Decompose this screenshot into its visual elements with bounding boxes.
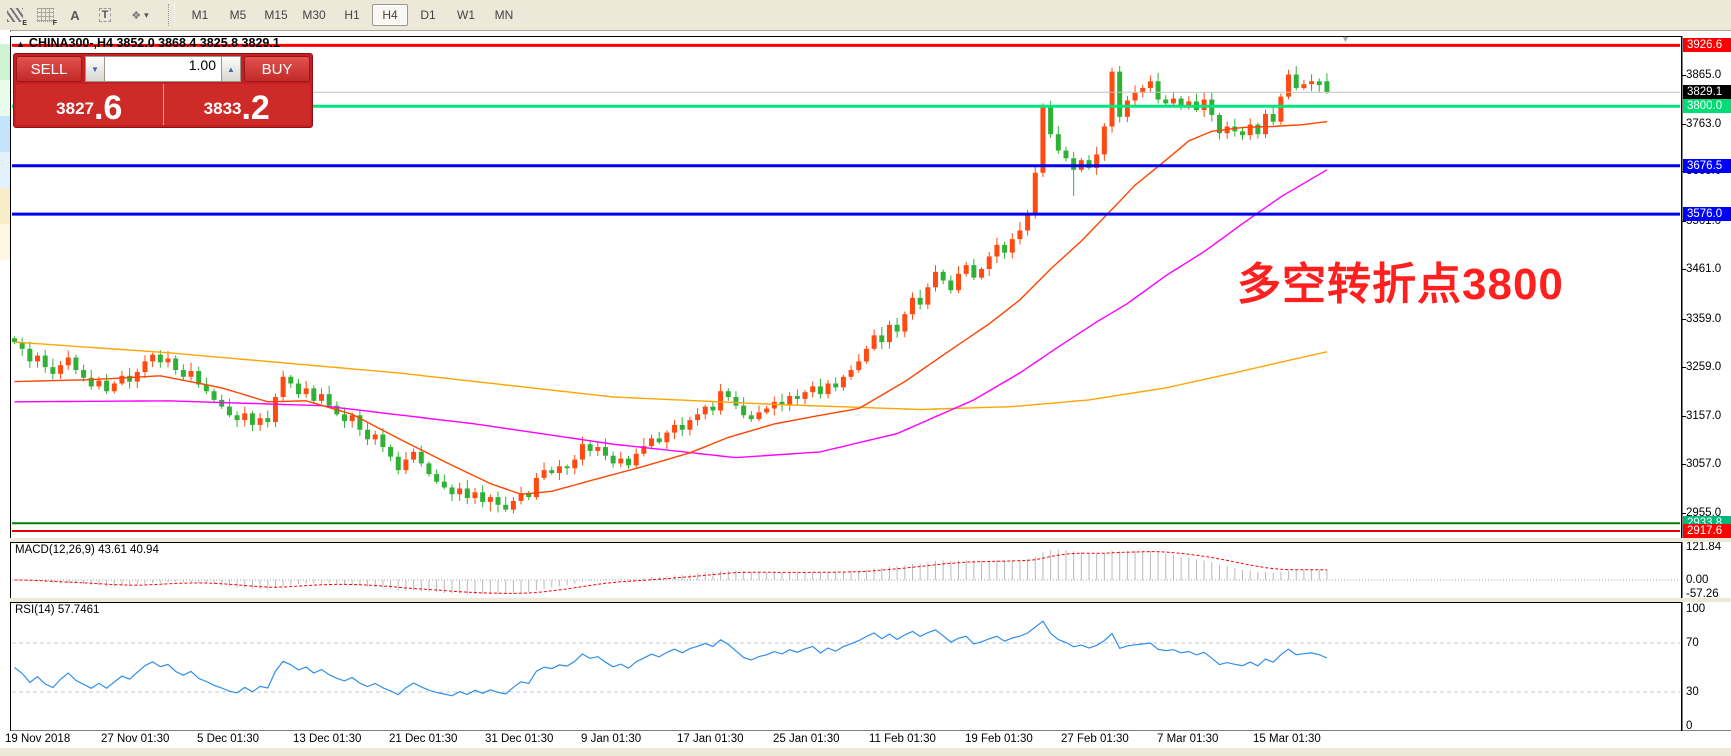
- macd-indicator-label: MACD(12,26,9) 43.61 40.94: [15, 544, 159, 556]
- price-badge-2917.6: 2917.6: [1683, 524, 1731, 538]
- x-axis-label: 25 Jan 01:30: [773, 733, 840, 745]
- x-axis-label: 7 Mar 01:30: [1157, 733, 1218, 745]
- y-axis-label: 3359.0: [1686, 313, 1721, 325]
- symbol-title: ▲CHINA300-,H4 3852.0 3868.4 3825.8 3829.…: [16, 36, 280, 50]
- pane-splitter[interactable]: [10, 538, 1731, 542]
- x-axis-label: 19 Nov 2018: [5, 733, 70, 745]
- price-badge-3829.1: 3829.1: [1683, 85, 1731, 99]
- x-axis-label: 17 Jan 01:30: [677, 733, 744, 745]
- buy-button[interactable]: BUY: [244, 56, 310, 82]
- x-axis-label: 27 Nov 01:30: [101, 733, 169, 745]
- x-axis-label: 9 Jan 01:30: [581, 733, 641, 745]
- rsi-axis-label: 100: [1686, 603, 1705, 615]
- rsi-indicator-label: RSI(14) 57.7461: [15, 604, 99, 616]
- sell-price-display[interactable]: 3827.6: [16, 84, 164, 125]
- pane-splitter[interactable]: [10, 598, 1731, 602]
- price-badge-3926.6: 3926.6: [1683, 38, 1731, 52]
- ma-slow-line: [15, 342, 1327, 409]
- y-axis-label: 3865.0: [1686, 69, 1721, 81]
- volume-input[interactable]: 1.00: [105, 56, 221, 82]
- macd-axis-label: 121.84: [1686, 541, 1721, 553]
- price-badge-3676.5: 3676.5: [1683, 159, 1731, 173]
- macd-signal-line: [15, 552, 1327, 594]
- one-click-trade-panel: SELL ▼ 1.00 ▲ BUY 3827.6 3833.2: [13, 53, 313, 128]
- chart-shift-marker-icon: ▼: [1341, 34, 1350, 44]
- price-badge-3800.0: 3800.0: [1683, 99, 1731, 113]
- price-badge-3576.0: 3576.0: [1683, 207, 1731, 221]
- y-axis-label: 3157.0: [1686, 410, 1721, 422]
- y-axis-label: 3057.0: [1686, 458, 1721, 470]
- trading-platform: E F A T ❖ ▾ M1M5M15M30H1H4D1W1MN ▲CHINA3…: [0, 0, 1731, 756]
- chart-window[interactable]: ▲CHINA300-,H4 3852.0 3868.4 3825.8 3829.…: [10, 32, 1731, 746]
- y-axis-label: 3763.0: [1686, 118, 1721, 130]
- x-axis-label: 19 Feb 01:30: [965, 733, 1033, 745]
- x-axis-label: 27 Feb 01:30: [1061, 733, 1129, 745]
- symbol-marker-icon: ▲: [16, 39, 25, 49]
- x-axis-label: 31 Dec 01:30: [485, 733, 553, 745]
- sell-button[interactable]: SELL: [16, 56, 82, 82]
- rsi-axis-label: 30: [1686, 686, 1699, 698]
- x-axis-label: 13 Dec 01:30: [293, 733, 361, 745]
- rsi-line: [15, 621, 1327, 696]
- x-axis-label: 15 Mar 01:30: [1253, 733, 1321, 745]
- y-axis-label: 3461.0: [1686, 263, 1721, 275]
- time-axis[interactable]: 19 Nov 201827 Nov 01:305 Dec 01:3013 Dec…: [10, 731, 1731, 747]
- rsi-axis-label: 70: [1686, 637, 1699, 649]
- x-axis-label: 5 Dec 01:30: [197, 733, 259, 745]
- x-axis-label: 21 Dec 01:30: [389, 733, 457, 745]
- buy-price-display[interactable]: 3833.2: [164, 84, 311, 125]
- macd-axis-label: 0.00: [1686, 574, 1708, 586]
- ma-fast-line: [15, 122, 1327, 495]
- y-axis-label: 3259.0: [1686, 361, 1721, 373]
- volume-decrease-button[interactable]: ▼: [85, 56, 105, 82]
- chart-annotation-text: 多空转折点3800: [1237, 248, 1564, 312]
- x-axis-label: 11 Feb 01:30: [869, 733, 936, 745]
- volume-increase-button[interactable]: ▲: [221, 56, 241, 82]
